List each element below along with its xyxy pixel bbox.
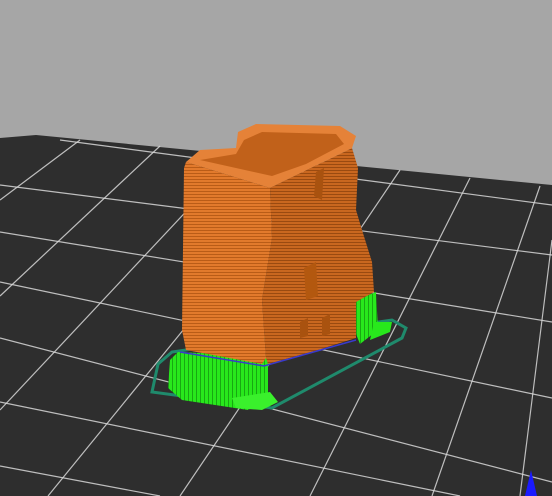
- sliced-model[interactable]: [179, 124, 374, 367]
- 3d-preview-viewport[interactable]: [0, 0, 552, 496]
- model-front-face: [182, 162, 272, 364]
- 3d-scene[interactable]: [0, 0, 552, 496]
- model-notch: [304, 262, 318, 300]
